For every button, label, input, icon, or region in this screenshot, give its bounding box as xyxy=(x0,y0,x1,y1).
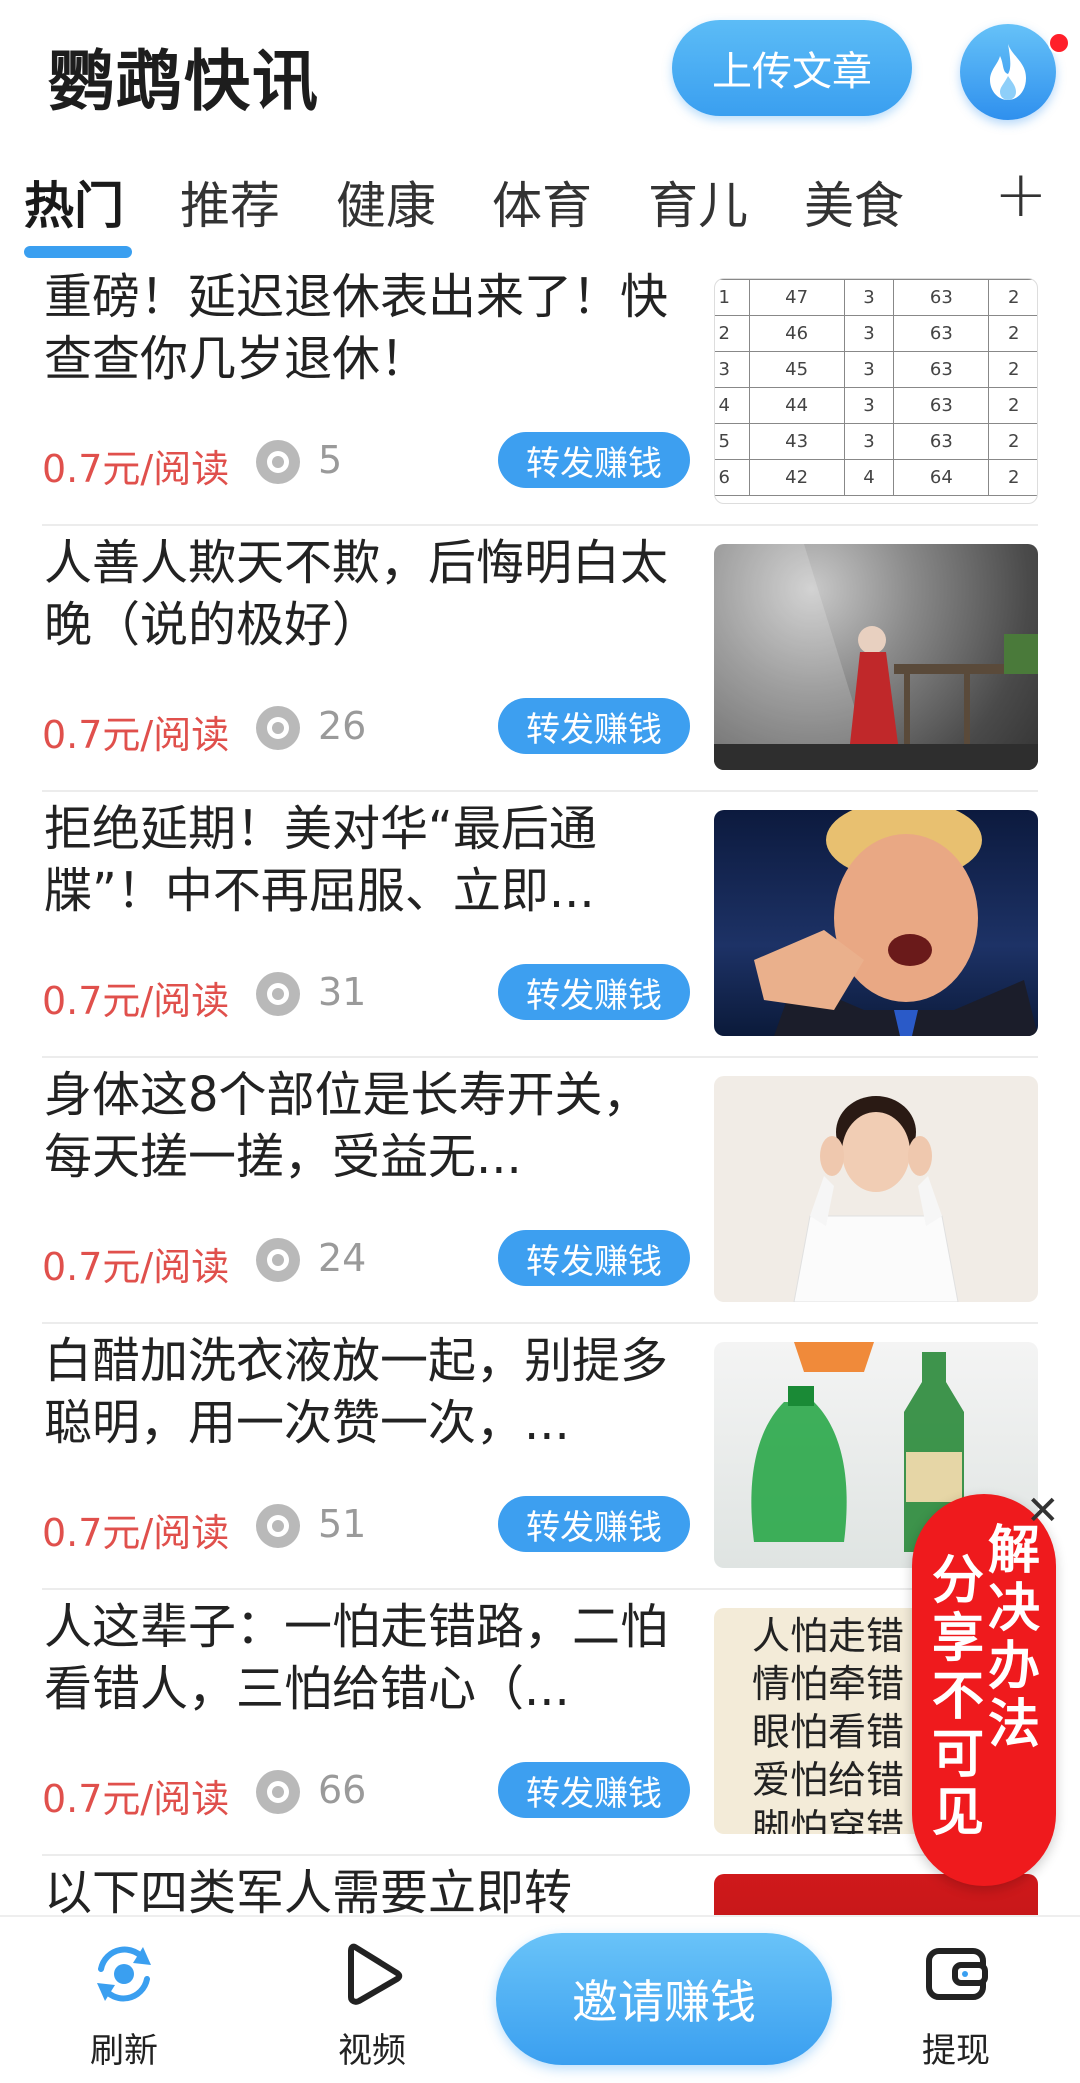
upload-article-button[interactable]: 上传文章 xyxy=(672,20,912,116)
article-meta: 0.7元/阅读 51 转发赚钱 xyxy=(42,1496,692,1556)
list-item[interactable]: 人这辈子：一怕走错路，二怕看错人，三怕给错心（... 0.7元/阅读 66 转发… xyxy=(42,1590,1038,1856)
refresh-icon xyxy=(97,1946,151,2002)
retirement-table: 1 47 3 63 2 2 46 3 63 2 3 45 3 63 2 4 44 3 63 2 5 43 3 63 2 … xyxy=(715,279,1037,496)
share-earn-button[interactable]: 转发赚钱 xyxy=(498,432,690,488)
list-item[interactable]: 重磅！延迟退休表出来了！快查查你几岁退休！ 0.7元/阅读 5 转发赚钱 1 47… xyxy=(42,260,1038,526)
article-thumbnail[interactable] xyxy=(714,810,1038,1036)
share-earn-button[interactable]: 转发赚钱 xyxy=(498,698,690,754)
tab-health[interactable]: 健康 xyxy=(336,166,436,238)
hot-button[interactable] xyxy=(960,24,1056,120)
tab-hot[interactable]: 热门 xyxy=(24,166,124,238)
price-per-read: 0.7元/阅读 xyxy=(42,1245,230,1289)
view-count: 26 xyxy=(318,704,367,748)
add-tab-button[interactable]: + xyxy=(994,158,1048,232)
eye-icon xyxy=(256,972,300,1016)
promo-text-right: 解决办法 xyxy=(987,1521,1040,1755)
view-count: 24 xyxy=(318,1236,367,1280)
nav-withdraw-label: 提现 xyxy=(922,2031,990,2071)
eye-icon xyxy=(256,440,300,484)
nav-withdraw[interactable]: 提现 xyxy=(886,1917,1026,2083)
eye-icon xyxy=(256,1770,300,1814)
bottom-navigation: 刷新 视频 邀请赚钱 提现 xyxy=(0,1915,1080,2083)
eye-icon xyxy=(256,1238,300,1282)
tab-food[interactable]: 美食 xyxy=(804,166,904,238)
eye-icon xyxy=(256,1504,300,1548)
article-meta: 0.7元/阅读 31 转发赚钱 xyxy=(42,964,692,1024)
article-thumbnail[interactable] xyxy=(714,1076,1038,1302)
article-meta: 0.7元/阅读 24 转发赚钱 xyxy=(42,1230,692,1290)
nav-video[interactable]: 视频 xyxy=(302,1917,442,2083)
list-item[interactable]: 以下四类军人需要立即转 xyxy=(42,1856,1038,1915)
article-thumbnail[interactable]: 1 47 3 63 2 2 46 3 63 2 3 45 3 63 2 4 44 3 63 2 5 43 3 63 2 … xyxy=(714,278,1038,504)
play-icon xyxy=(348,1943,403,2005)
price-per-read: 0.7元/阅读 xyxy=(42,1511,230,1555)
price-per-read: 0.7元/阅读 xyxy=(42,1777,230,1821)
article-meta: 0.7元/阅读 26 转发赚钱 xyxy=(42,698,692,758)
share-earn-button[interactable]: 转发赚钱 xyxy=(498,964,690,1020)
nav-video-label: 视频 xyxy=(338,2031,406,2071)
app-title: 鹦鹉快讯 xyxy=(48,43,320,120)
list-item[interactable]: 拒绝延期！美对华“最后通牒”！中不再屈服、立即... 0.7元/阅读 31 转发… xyxy=(42,792,1038,1058)
price-per-read: 0.7元/阅读 xyxy=(42,713,230,757)
app-header: 鹦鹉快讯 上传文章 xyxy=(0,0,1080,140)
nav-refresh-label: 刷新 xyxy=(90,2031,158,2071)
article-title[interactable]: 拒绝延期！美对华“最后通牒”！中不再屈服、立即... xyxy=(44,798,694,926)
view-count: 66 xyxy=(318,1768,367,1812)
share-earn-button[interactable]: 转发赚钱 xyxy=(498,1762,690,1818)
view-count: 31 xyxy=(318,970,367,1014)
wallet-icon xyxy=(926,1948,988,2000)
flame-icon xyxy=(990,44,1026,100)
article-meta: 0.7元/阅读 5 转发赚钱 xyxy=(42,432,692,492)
article-title[interactable]: 白醋加洗衣液放一起，别提多聪明，用一次赞一次，... xyxy=(44,1330,694,1458)
list-item[interactable]: 身体这8个部位是长寿开关，每天搓一搓，受益无... 0.7元/阅读 24 转发赚… xyxy=(42,1058,1038,1324)
article-title[interactable]: 重磅！延迟退休表出来了！快查查你几岁退休！ xyxy=(44,266,694,394)
category-tabs: 热门 推荐 健康 体育 育儿 美食 + xyxy=(0,150,1080,260)
invite-earn-button[interactable]: 邀请赚钱 xyxy=(496,1933,832,2065)
statue-image xyxy=(714,544,1038,770)
view-count: 51 xyxy=(318,1502,367,1546)
price-per-read: 0.7元/阅读 xyxy=(42,447,230,491)
tab-sports[interactable]: 体育 xyxy=(492,166,592,238)
floating-promo-banner[interactable]: 分享不可见 解决办法 xyxy=(912,1494,1056,1886)
article-title[interactable]: 人善人欺天不欺，后悔明白太晚（说的极好） xyxy=(44,532,694,660)
article-thumbnail[interactable] xyxy=(714,544,1038,770)
close-icon[interactable]: ✕ xyxy=(1026,1488,1060,1534)
nav-refresh[interactable]: 刷新 xyxy=(54,1917,194,2083)
price-per-read: 0.7元/阅读 xyxy=(42,979,230,1023)
eye-icon xyxy=(256,706,300,750)
woman-image xyxy=(793,1096,959,1302)
pointing-man-image xyxy=(754,810,1038,1036)
share-earn-button[interactable]: 转发赚钱 xyxy=(498,1496,690,1552)
article-meta: 0.7元/阅读 66 转发赚钱 xyxy=(42,1762,692,1822)
article-title[interactable]: 以下四类军人需要立即转 xyxy=(44,1862,694,1915)
promo-text-left: 分享不可见 xyxy=(931,1551,984,1843)
tab-recommend[interactable]: 推荐 xyxy=(180,166,280,238)
list-item[interactable]: 人善人欺天不欺，后悔明白太晚（说的极好） 0.7元/阅读 26 转发赚钱 xyxy=(42,526,1038,792)
article-title[interactable]: 人这辈子：一怕走错路，二怕看错人，三怕给错心（... xyxy=(44,1596,694,1724)
list-item[interactable]: 白醋加洗衣液放一起，别提多聪明，用一次赞一次，... 0.7元/阅读 51 转发… xyxy=(42,1324,1038,1590)
notification-dot xyxy=(1048,32,1070,54)
tab-parenting[interactable]: 育儿 xyxy=(648,166,748,238)
view-count: 5 xyxy=(318,438,343,482)
article-title[interactable]: 身体这8个部位是长寿开关，每天搓一搓，受益无... xyxy=(44,1064,694,1192)
active-tab-indicator xyxy=(24,246,132,258)
share-earn-button[interactable]: 转发赚钱 xyxy=(498,1230,690,1286)
